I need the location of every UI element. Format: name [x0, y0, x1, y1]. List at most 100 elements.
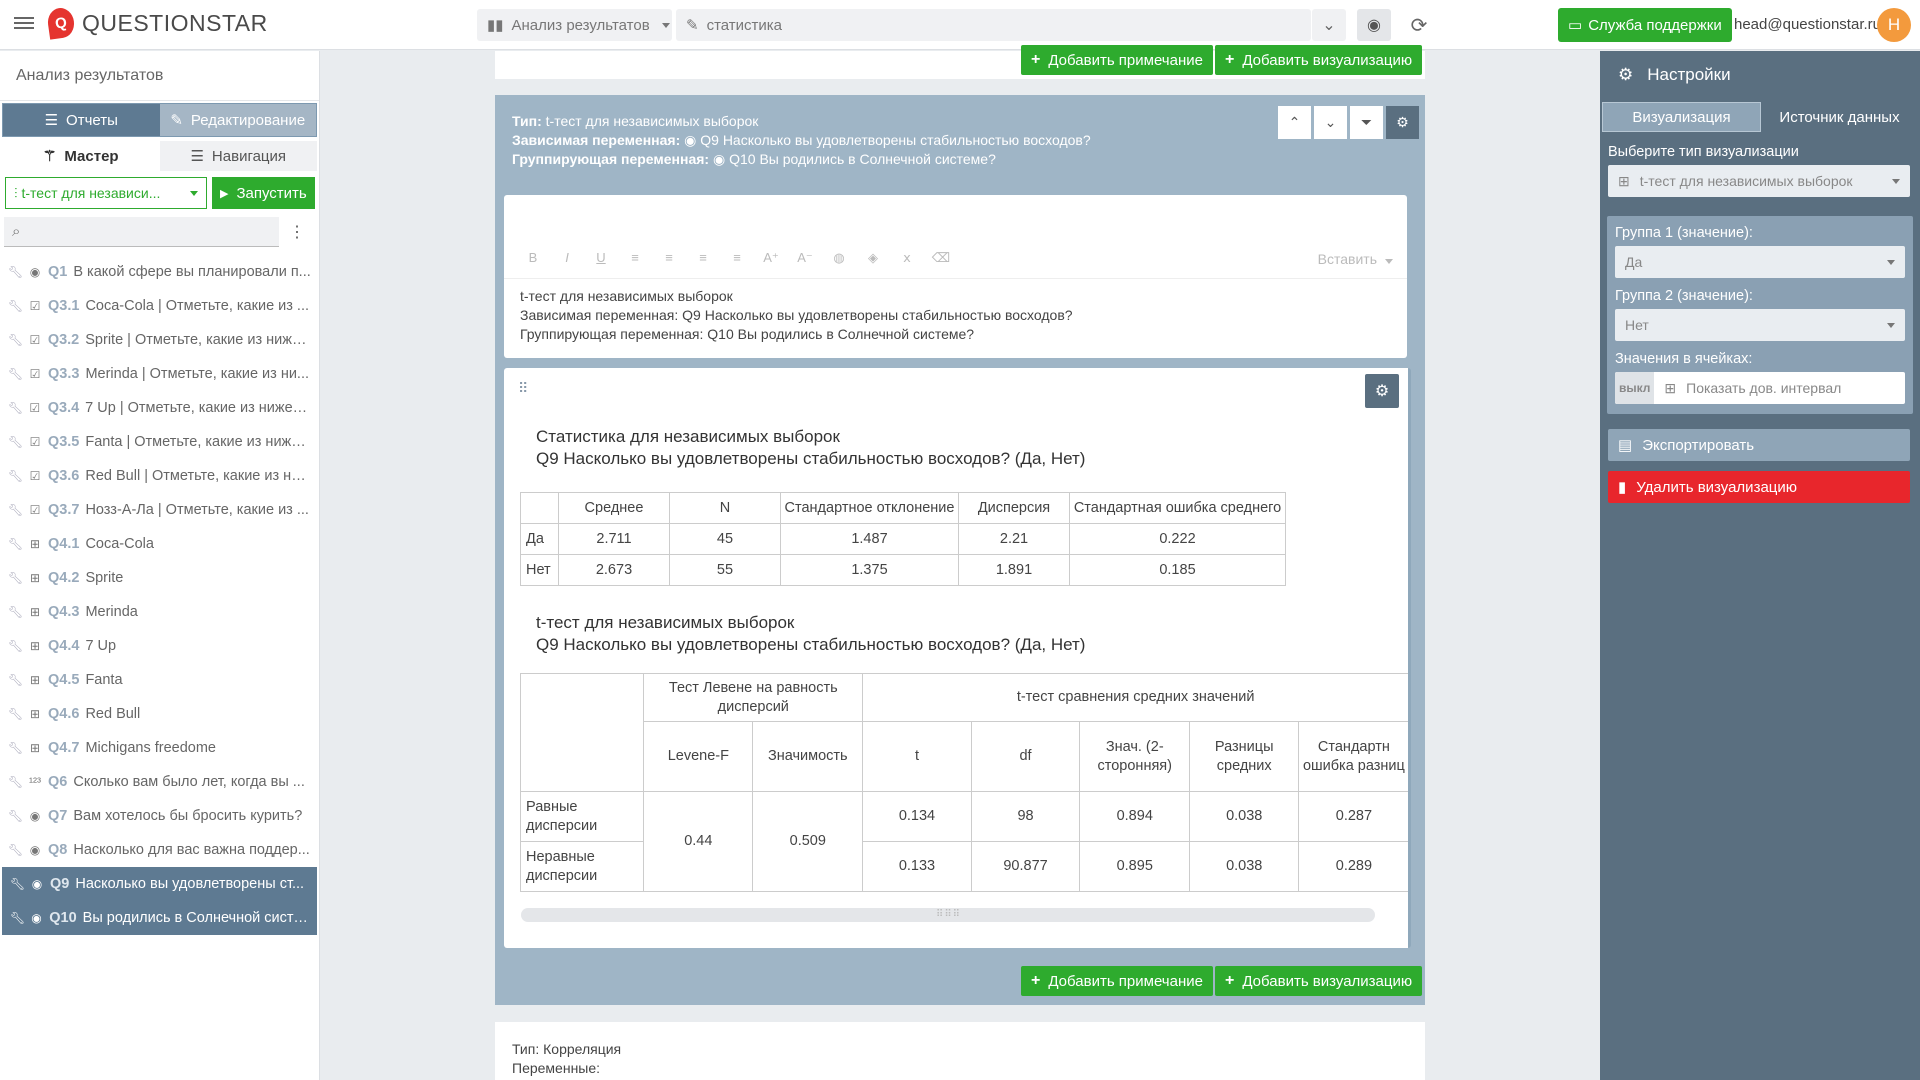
sidebar-item-q6[interactable]: 🔧︎ ¹²³ Q6 Сколько вам было лет, когда вы ..…	[0, 765, 319, 799]
add-note-button[interactable]: + Добавить примечание	[1021, 966, 1213, 996]
report-name-field[interactable]: ✎ статистика	[676, 9, 1311, 41]
fill-color-icon[interactable]: ◈	[856, 250, 890, 266]
move-down-button[interactable]: ⌄	[1314, 106, 1347, 139]
wrench-icon[interactable]: 🔧︎	[8, 605, 24, 619]
preview-button[interactable]: ◉	[1357, 9, 1391, 41]
wrench-icon[interactable]: 🔧︎	[8, 469, 24, 483]
sidebar-item-q1[interactable]: 🔧︎ ◉ Q1 В какой сфере вы планировали п...	[0, 255, 319, 289]
sidebar-item-q3-1[interactable]: 🔧︎ ☑ Q3.1 Coca-Cola | Отметьте, какие из ..…	[0, 289, 319, 323]
tab-navigation[interactable]: ☰ Навигация	[160, 141, 318, 171]
drag-handle-icon[interactable]: ⠿	[518, 380, 528, 397]
palette-icon[interactable]: ◍	[822, 250, 856, 266]
wrench-icon[interactable]: 🔧︎	[8, 333, 24, 347]
wrench-icon[interactable]: 🔧︎	[8, 809, 24, 823]
move-up-button[interactable]: ⌃	[1278, 106, 1311, 139]
user-email[interactable]: head@questionstar.ru	[1734, 16, 1881, 33]
align-right-icon[interactable]: ≡	[686, 250, 720, 266]
export-button[interactable]: ▤ Экспортировать	[1608, 429, 1910, 461]
sidebar-item-q4-2[interactable]: 🔧︎ ⊞ Q4.2 Sprite	[0, 561, 319, 595]
sidebar-item-q3-7[interactable]: 🔧︎ ☑ Q3.7 Нозз-А-Ла | Отметьте, какие из ..…	[0, 493, 319, 527]
wrench-icon[interactable]: 🔧︎	[8, 401, 24, 415]
sidebar-item-q7[interactable]: 🔧︎ ◉ Q7 Вам хотелось бы бросить курить?	[0, 799, 319, 833]
support-button[interactable]: ▭ Служба поддержки	[1558, 8, 1732, 42]
align-left-icon[interactable]: ≡	[618, 250, 652, 266]
refresh-button[interactable]: ⟳	[1404, 12, 1434, 38]
tab-editing[interactable]: ✎ Редактирование	[159, 104, 316, 136]
hamburger-menu-icon[interactable]	[14, 14, 34, 34]
wrench-icon[interactable]: 🔧︎	[8, 639, 24, 653]
logo-text: QUESTIONSTAR	[82, 9, 268, 36]
sidebar-item-q4-5[interactable]: 🔧︎ ⊞ Q4.5 Fanta	[0, 663, 319, 697]
tab-wizard[interactable]: ⚚ Мастер	[2, 141, 160, 171]
wrench-icon[interactable]: 🔧︎	[8, 571, 24, 585]
wrench-icon[interactable]: 🔧︎	[8, 265, 24, 279]
italic-icon[interactable]: I	[550, 250, 584, 266]
toggle-switch[interactable]: выкл	[1615, 372, 1655, 404]
sidebar-item-q3-3[interactable]: 🔧︎ ☑ Q3.3 Merinda | Отметьте, какие из ни..…	[0, 357, 319, 391]
insert-dropdown[interactable]: Вставить	[1318, 251, 1393, 267]
question-text: Сколько вам было лет, когда вы ...	[73, 774, 305, 790]
tab-reports[interactable]: ☰ Отчеты	[3, 104, 160, 136]
note-text[interactable]: t-тест для независимых выборок Зависимая…	[520, 287, 1073, 344]
section-dropdown[interactable]: ▮▮ Анализ результатов	[477, 9, 672, 41]
report-dropdown-toggle[interactable]: ⌄	[1312, 9, 1346, 41]
font-size-decrease-icon[interactable]: A⁻	[788, 250, 822, 266]
delete-visualization-button[interactable]: ▮ Удалить визуализацию	[1608, 471, 1910, 503]
wrench-icon[interactable]: 🔧︎	[8, 503, 24, 517]
wrench-icon[interactable]: 🔧︎	[8, 673, 24, 687]
horizontal-scrollbar[interactable]: ⠿⠿⠿	[521, 908, 1375, 922]
table-cell: 0.038	[1189, 841, 1300, 892]
sidebar-item-q3-5[interactable]: 🔧︎ ☑ Q3.5 Fanta | Отметьте, какие из ниже..…	[0, 425, 319, 459]
avatar[interactable]: H	[1877, 8, 1911, 42]
wrench-icon[interactable]: 🔧︎	[8, 741, 24, 755]
sidebar-item-q4-7[interactable]: 🔧︎ ⊞ Q4.7 Michigans freedome	[0, 731, 319, 765]
wrench-icon[interactable]: 🔧︎	[8, 843, 24, 857]
note-editor[interactable]: B I U ≡ ≡ ≡ ≡ A⁺ A⁻ ◍ ◈ ⅹ ⌫ Вставить t-т…	[504, 195, 1407, 358]
ttest-table-scroll[interactable]: Тест Левене на равность дисперсий t-тест…	[520, 673, 1408, 892]
wrench-icon[interactable]: 🔧︎	[8, 367, 24, 381]
font-size-increase-icon[interactable]: A⁺	[754, 250, 788, 266]
eraser-icon[interactable]: ⌫	[924, 250, 958, 266]
wrench-icon[interactable]: 🔧︎	[10, 911, 26, 925]
viz-type-select[interactable]: ⊞ t-тест для независимых выборок	[1608, 165, 1910, 197]
filter-button[interactable]: ⏷	[1350, 106, 1383, 139]
tab-data-source[interactable]: Источник данных	[1761, 102, 1918, 132]
block-settings-button[interactable]: ⚙	[1386, 106, 1419, 139]
wrench-icon[interactable]: 🔧︎	[8, 299, 24, 313]
table-cell: 0.895	[1079, 841, 1191, 892]
confidence-interval-toggle[interactable]: выкл ⊞ Показать дов. интервал	[1615, 372, 1905, 404]
bold-icon[interactable]: B	[516, 250, 550, 266]
sidebar-item-q8[interactable]: 🔧︎ ◉ Q8 Насколько для вас важна поддер...	[0, 833, 319, 867]
visualization-settings-button[interactable]: ⚙	[1365, 374, 1399, 408]
search-input[interactable]: ⌕	[4, 217, 279, 247]
wrench-icon[interactable]: 🔧︎	[8, 775, 24, 789]
more-options-icon[interactable]: ⋮	[279, 217, 315, 247]
clear-format-icon[interactable]: ⅹ	[890, 250, 924, 266]
group2-select[interactable]: Нет	[1615, 309, 1905, 341]
sidebar-item-q9[interactable]: 🔧︎ ◉ Q9 Насколько вы удовлетворены ст...	[2, 867, 317, 901]
wrench-icon[interactable]: 🔧︎	[10, 877, 26, 891]
run-button[interactable]: ▶ Запустить	[211, 177, 315, 209]
add-visualization-button[interactable]: + Добавить визуализацию	[1215, 966, 1423, 996]
wrench-icon[interactable]: 🔧︎	[8, 707, 24, 721]
sidebar-item-q4-3[interactable]: 🔧︎ ⊞ Q4.3 Merinda	[0, 595, 319, 629]
test-type-select[interactable]: ⫶ t-тест для независи...	[5, 177, 207, 209]
align-justify-icon[interactable]: ≡	[720, 250, 754, 266]
sidebar-item-q3-2[interactable]: 🔧︎ ☑ Q3.2 Sprite | Отметьте, какие из ниже.…	[0, 323, 319, 357]
add-note-button-top[interactable]: + Добавить примечание	[1021, 45, 1213, 75]
sidebar-item-q4-6[interactable]: 🔧︎ ⊞ Q4.6 Red Bull	[0, 697, 319, 731]
sidebar-item-q10[interactable]: 🔧︎ ◉ Q10 Вы родились в Солнечной систе...	[2, 901, 317, 935]
tab-visualization[interactable]: Визуализация	[1602, 102, 1761, 132]
wrench-icon[interactable]: 🔧︎	[8, 435, 24, 449]
checkbox-icon: ☑	[29, 435, 41, 449]
sidebar-item-q3-4[interactable]: 🔧︎ ☑ Q3.4 7 Up | Отметьте, какие из нижеп..…	[0, 391, 319, 425]
align-center-icon[interactable]: ≡	[652, 250, 686, 266]
logo[interactable]: Q QUESTIONSTAR	[46, 6, 268, 40]
sidebar-item-q4-1[interactable]: 🔧︎ ⊞ Q4.1 Coca-Cola	[0, 527, 319, 561]
sidebar-item-q3-6[interactable]: 🔧︎ ☑ Q3.6 Red Bull | Отметьте, какие из ни.…	[0, 459, 319, 493]
underline-icon[interactable]: U	[584, 250, 618, 266]
group1-select[interactable]: Да	[1615, 246, 1905, 278]
wrench-icon[interactable]: 🔧︎	[8, 537, 24, 551]
add-visualization-button-top[interactable]: + Добавить визуализацию	[1215, 45, 1423, 75]
sidebar-item-q4-4[interactable]: 🔧︎ ⊞ Q4.4 7 Up	[0, 629, 319, 663]
